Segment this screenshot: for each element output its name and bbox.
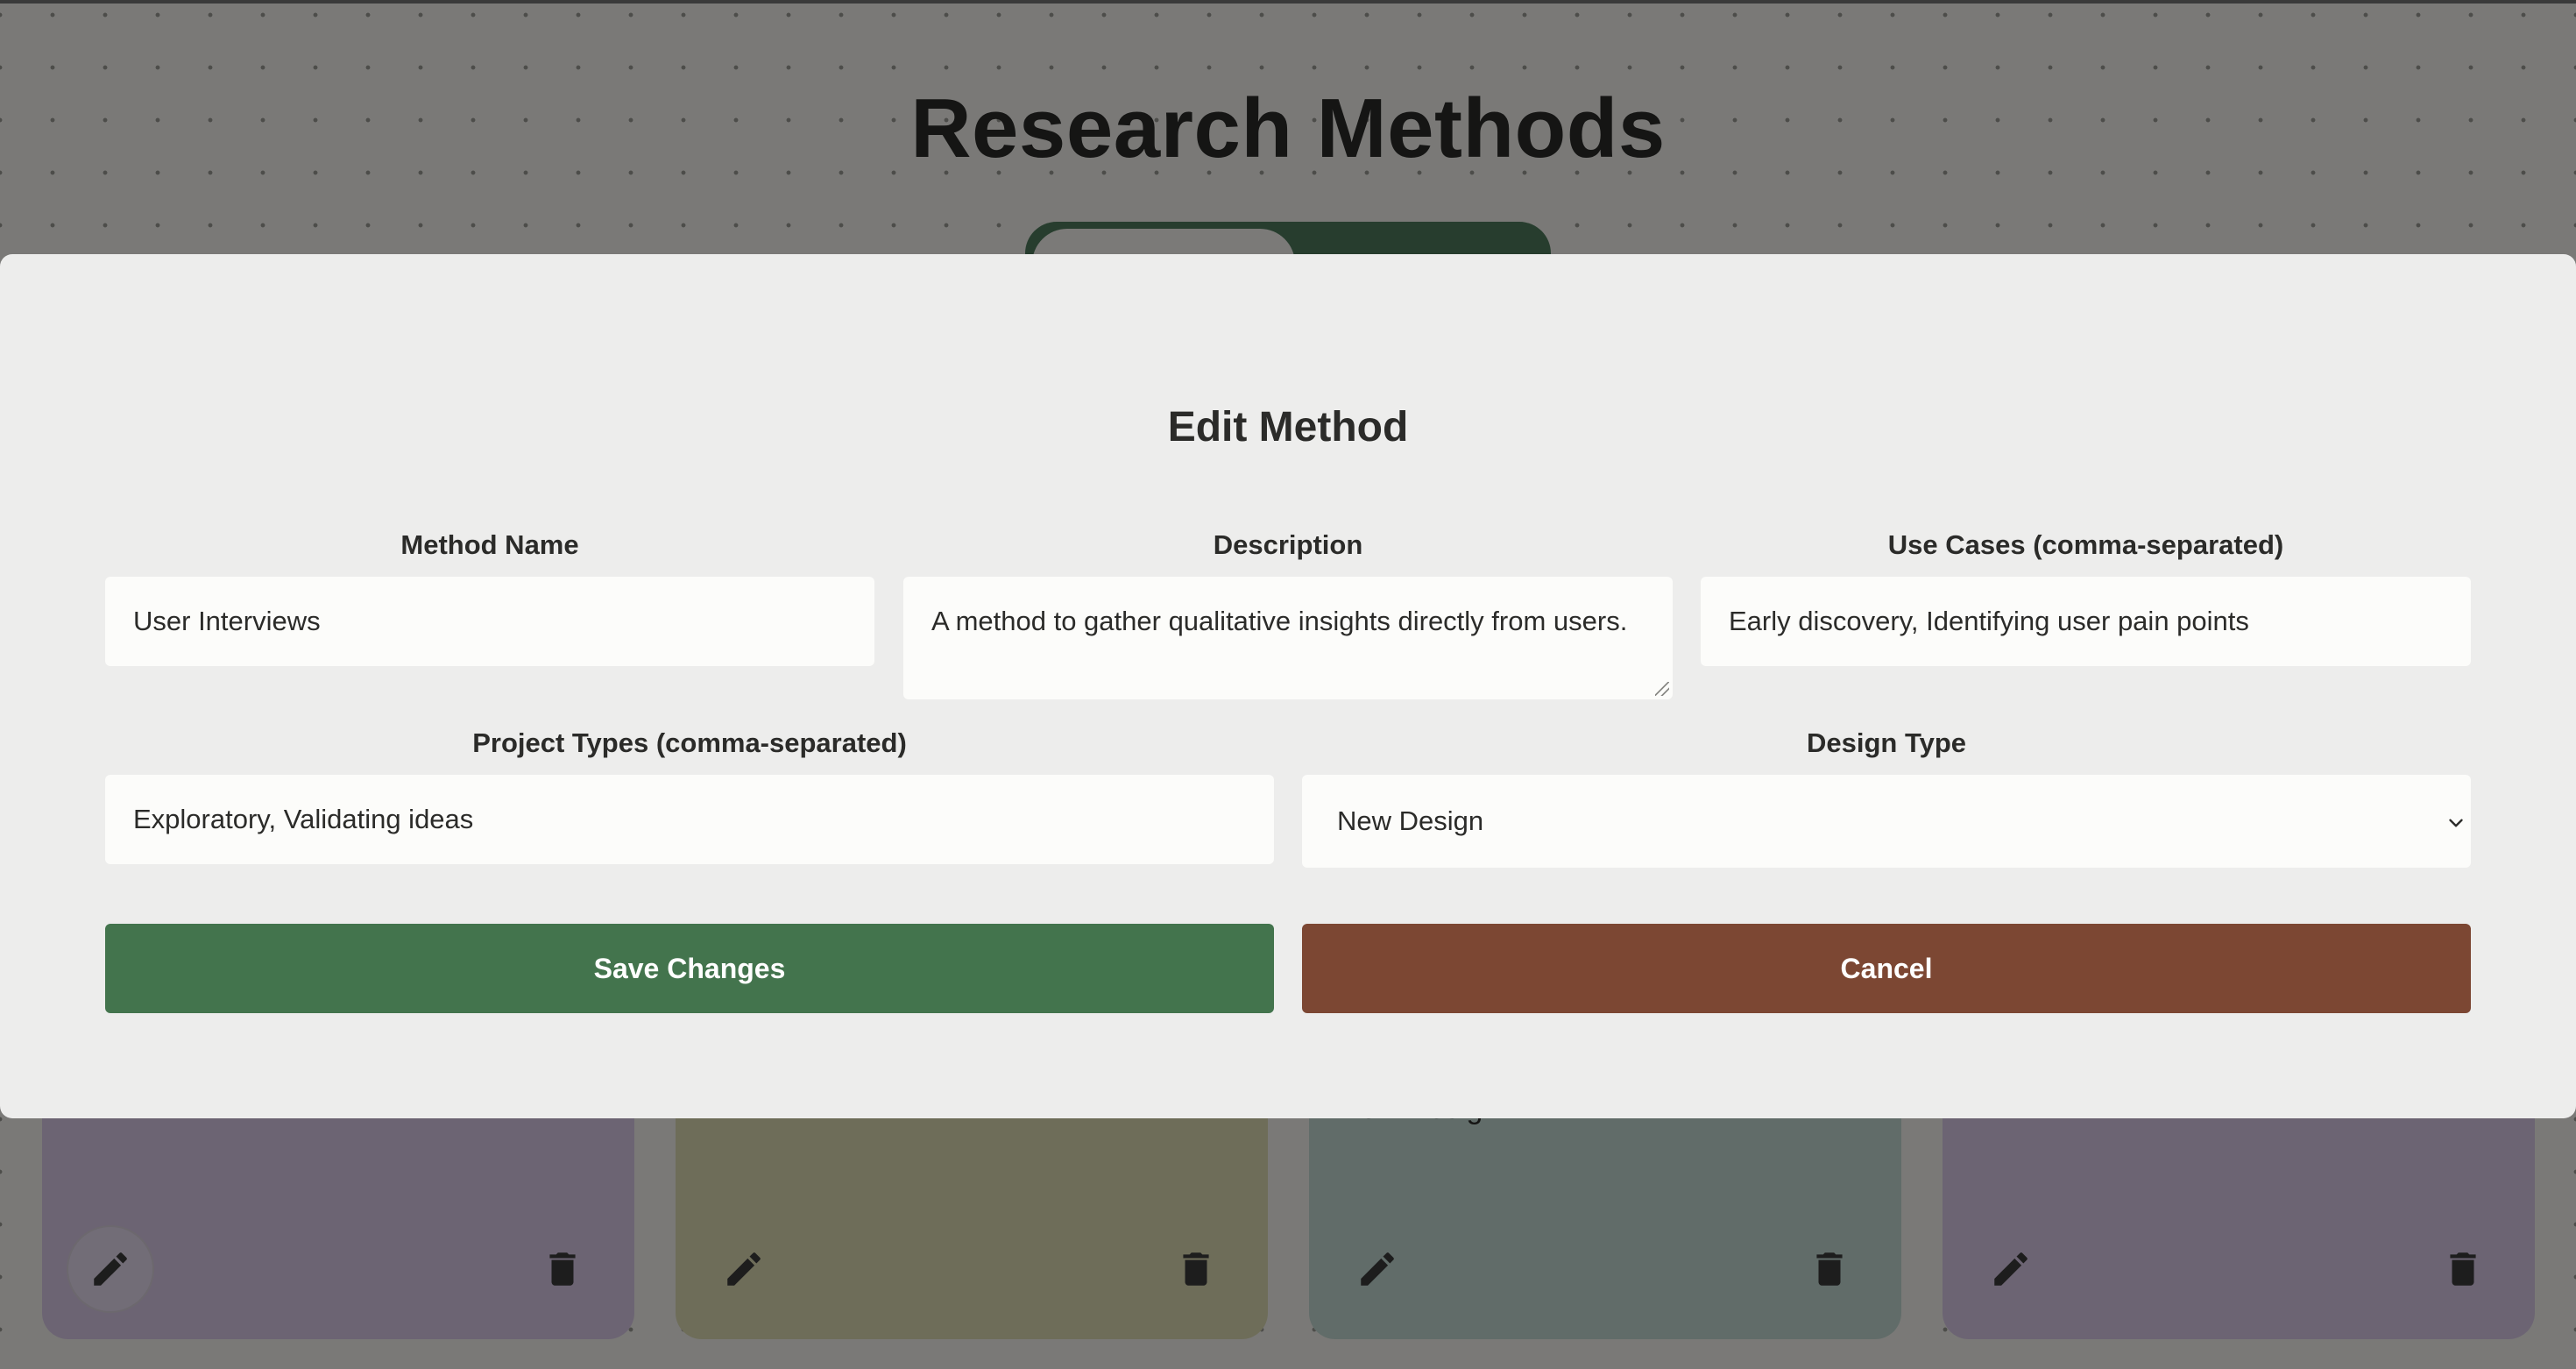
- window-top-border: [0, 0, 2576, 4]
- project-types-label: Project Types (comma-separated): [472, 727, 907, 758]
- method-name-label: Method Name: [400, 529, 579, 560]
- modal-title: Edit Method: [1167, 404, 1409, 450]
- method-name-value: User Interviews: [133, 606, 321, 636]
- design-type-select[interactable]: New Design: [1302, 775, 2471, 868]
- cancel-button[interactable]: Cancel: [1302, 924, 2471, 1013]
- use-cases-input[interactable]: Early discovery, Identifying user pain p…: [1701, 577, 2471, 666]
- project-types-value: Exploratory, Validating ideas: [133, 804, 474, 834]
- method-name-input[interactable]: User Interviews: [105, 577, 874, 666]
- chevron-down-icon: [2445, 810, 2467, 833]
- description-textarea[interactable]: A method to gather qualitative insights …: [903, 577, 1673, 699]
- use-cases-label: Use Cases (comma-separated): [1887, 529, 2284, 560]
- description-value: A method to gather qualitative insights …: [931, 606, 1628, 636]
- design-type-value: New Design: [1337, 805, 1484, 836]
- save-changes-button[interactable]: Save Changes: [105, 924, 1274, 1013]
- use-cases-value: Early discovery, Identifying user pain p…: [1729, 606, 2249, 636]
- description-label: Description: [1213, 529, 1363, 560]
- design-type-label: Design Type: [1806, 727, 1967, 758]
- edit-method-modal: Edit Method Method Name User Interviews …: [0, 254, 2576, 1118]
- project-types-input[interactable]: Exploratory, Validating ideas: [105, 775, 1274, 864]
- resize-handle[interactable]: [1655, 682, 1669, 696]
